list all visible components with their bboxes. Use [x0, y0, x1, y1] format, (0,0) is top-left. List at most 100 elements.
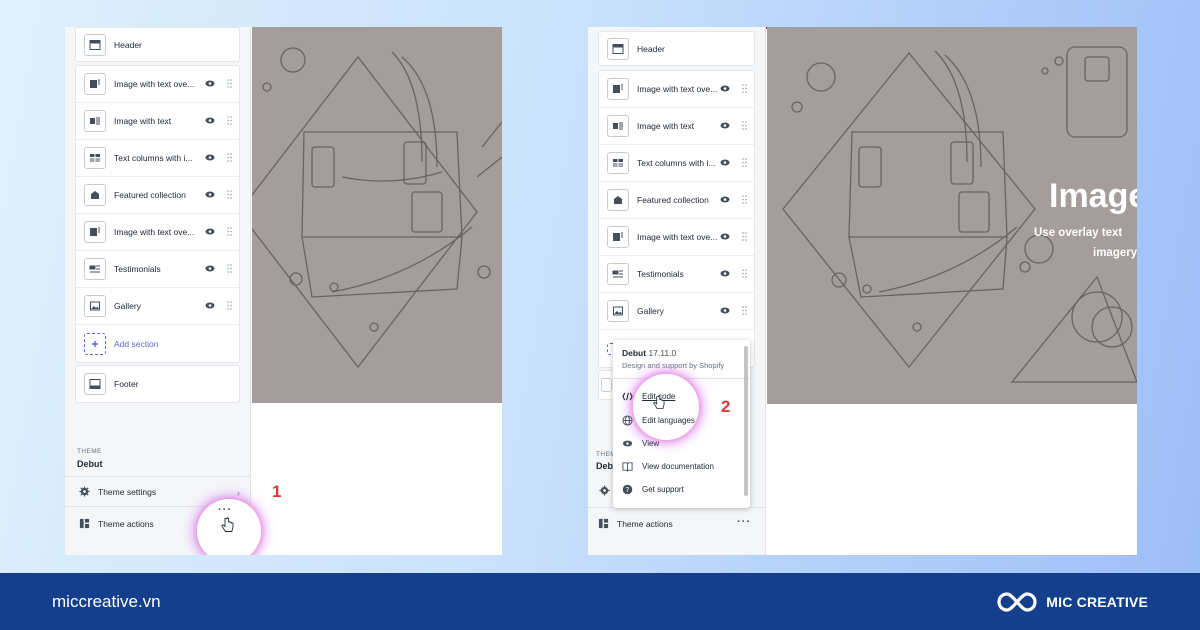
hero-title: Image: [1049, 177, 1137, 215]
eye-icon[interactable]: [205, 265, 215, 272]
section-item[interactable]: Image with text ove...: [599, 71, 754, 108]
theme-actions-row[interactable]: Theme actions ···: [588, 507, 765, 539]
eye-icon[interactable]: [205, 154, 215, 161]
theme-editor-sidebar: Header Image with text ove... Image with…: [65, 27, 251, 555]
theme-settings-label: Theme settings: [98, 486, 157, 497]
section-label: Text columns with i...: [114, 153, 193, 163]
header-icon: [84, 33, 106, 56]
section-item[interactable]: Testimonials: [599, 256, 754, 293]
section-item[interactable]: Text columns with i...: [76, 140, 239, 177]
chevron-right-icon: ›: [237, 488, 240, 498]
eye-icon[interactable]: [205, 80, 215, 87]
drag-handle-icon[interactable]: [742, 232, 747, 241]
section-item[interactable]: Testimonials: [76, 251, 239, 288]
section-item-footer[interactable]: Footer: [76, 366, 239, 402]
drag-handle-icon[interactable]: [742, 195, 747, 204]
storefront-preview: [252, 27, 502, 403]
drag-handle-icon[interactable]: [742, 84, 747, 93]
eye-icon[interactable]: [720, 270, 730, 277]
drag-handle-icon[interactable]: [227, 190, 232, 199]
drag-handle-icon[interactable]: [742, 158, 747, 167]
menu-item-edit-languages[interactable]: Edit languages: [622, 415, 695, 426]
editor-screenshot-step-2: Header Image with text ove... Image with…: [588, 27, 1137, 555]
section-label: Image with text ove...: [114, 79, 195, 89]
gallery-icon: [84, 295, 106, 317]
sections-list: Image with text ove... Image with text T…: [75, 65, 240, 363]
click-highlight: [633, 374, 699, 440]
section-item[interactable]: Gallery: [76, 288, 239, 325]
eye-icon[interactable]: [205, 228, 215, 235]
header-icon: [607, 37, 629, 60]
section-item[interactable]: Image with text ove...: [76, 214, 239, 251]
drag-handle-icon[interactable]: [227, 227, 232, 236]
eye-icon[interactable]: [205, 302, 215, 309]
more-actions-icon[interactable]: ···: [218, 504, 232, 516]
popup-theme-name: Debut: [622, 348, 647, 358]
section-item[interactable]: Image with text ove...: [76, 66, 239, 103]
code-icon: [622, 392, 633, 401]
popup-scrollbar[interactable]: [744, 346, 748, 496]
section-label: Footer: [114, 379, 139, 389]
section-item-header[interactable]: Header: [599, 32, 754, 65]
eye-icon[interactable]: [720, 307, 730, 314]
sections-list: Image with text ove... Image with text T…: [598, 70, 755, 368]
theme-name: Debut: [77, 459, 103, 469]
website-url[interactable]: miccreative.vn: [52, 592, 161, 612]
section-label: Featured collection: [637, 195, 709, 205]
eye-icon[interactable]: [205, 191, 215, 198]
section-item[interactable]: Image with text: [76, 103, 239, 140]
menu-item-get-support[interactable]: ? Get support: [622, 484, 684, 495]
section-item-footer[interactable]: [599, 371, 613, 399]
section-item[interactable]: Image with text ove...: [599, 219, 754, 256]
drag-handle-icon[interactable]: [227, 301, 232, 310]
section-label: Testimonials: [114, 264, 161, 274]
theme-label: THEME: [77, 448, 102, 455]
section-item[interactable]: Text columns with i...: [599, 145, 754, 182]
drag-handle-icon[interactable]: [227, 153, 232, 162]
eye-icon[interactable]: [720, 85, 730, 92]
section-label: Gallery: [114, 301, 141, 311]
footer-icon: [84, 373, 106, 395]
drag-handle-icon[interactable]: [742, 306, 747, 315]
gear-icon: [79, 486, 90, 497]
eye-icon: [622, 440, 633, 447]
collection-tag-icon: [607, 189, 629, 211]
section-label: Image with text: [637, 121, 695, 131]
drag-handle-icon[interactable]: [227, 116, 232, 125]
section-item[interactable]: Featured collection: [76, 177, 239, 214]
collection-tag-icon: [84, 184, 106, 206]
preview-blank-area: [767, 404, 1137, 555]
menu-item-view-documentation[interactable]: View documentation: [622, 461, 714, 472]
section-item[interactable]: Featured collection: [599, 182, 754, 219]
eye-icon[interactable]: [720, 159, 730, 166]
image-overlay-icon: [607, 78, 629, 100]
eye-icon[interactable]: [720, 196, 730, 203]
step-number: 1: [272, 482, 282, 501]
section-label: Text columns with i...: [637, 158, 716, 168]
drag-handle-icon[interactable]: [227, 264, 232, 273]
theme-actions-label: Theme actions: [617, 518, 673, 529]
text-columns-icon: [607, 152, 629, 174]
drag-handle-icon[interactable]: [742, 121, 747, 130]
section-item[interactable]: Gallery: [599, 293, 754, 330]
brand-name: MIC CREATIVE: [1046, 594, 1148, 610]
menu-item-view[interactable]: View: [622, 438, 659, 449]
theme-actions-icon: [79, 518, 90, 529]
theme-actions-label: Theme actions: [98, 518, 154, 529]
image-text-icon: [607, 115, 629, 137]
drag-handle-icon[interactable]: [227, 79, 232, 88]
globe-icon: [622, 415, 633, 426]
drag-handle-icon[interactable]: [742, 269, 747, 278]
footer-section-card: Footer: [75, 365, 240, 403]
eye-icon[interactable]: [720, 122, 730, 129]
section-item-header[interactable]: Header: [76, 28, 239, 61]
hero-subtitle-line2: imagery: [1093, 247, 1137, 259]
popup-theme-version: 17.11.0: [648, 348, 677, 358]
preview-blank-area: [252, 403, 502, 555]
eye-icon[interactable]: [720, 233, 730, 240]
eye-icon[interactable]: [205, 117, 215, 124]
section-item[interactable]: Image with text: [599, 108, 754, 145]
menu-item-edit-code[interactable]: Edit code: [622, 391, 675, 402]
more-actions-icon[interactable]: ···: [737, 516, 751, 528]
add-section-button[interactable]: Add section: [76, 325, 239, 362]
